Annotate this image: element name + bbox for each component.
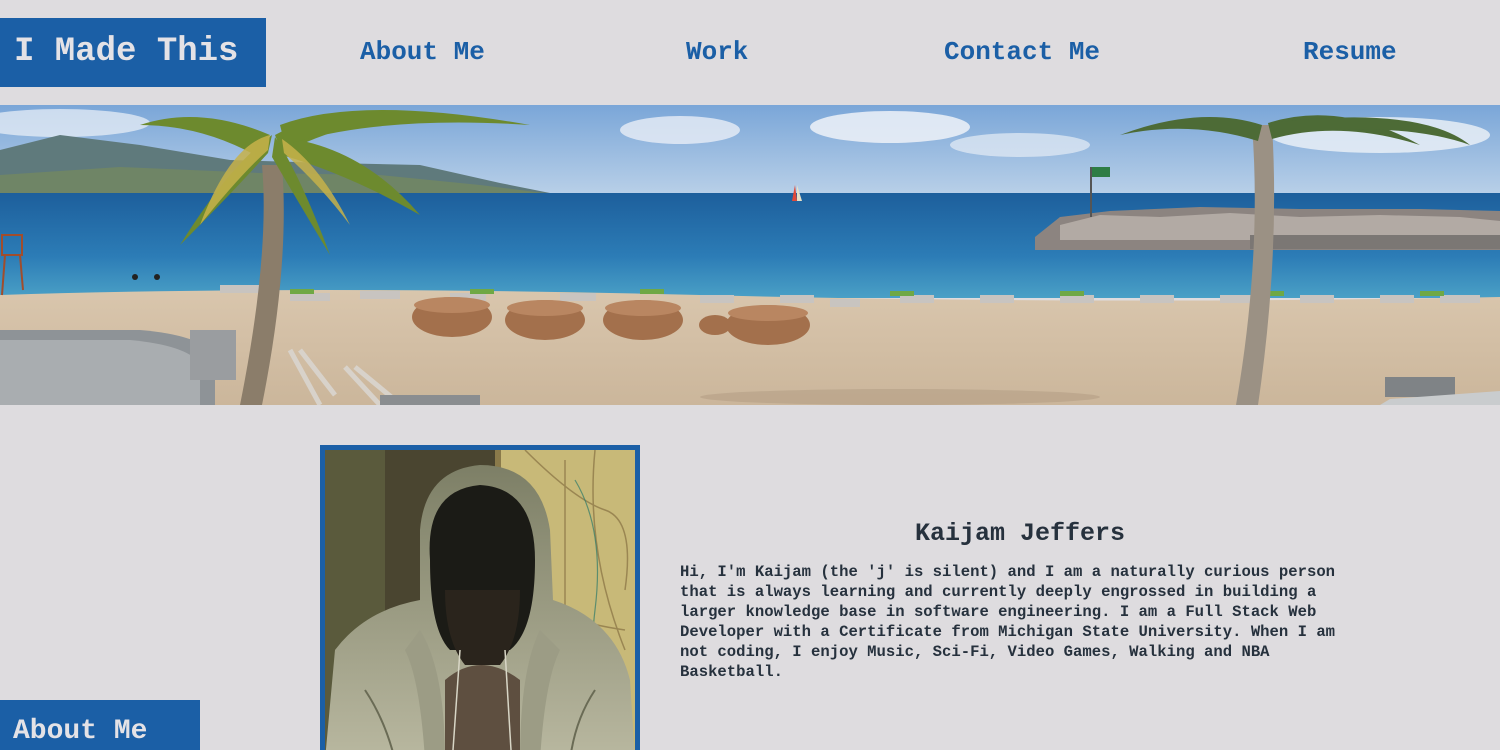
nav-link-about[interactable]: About Me	[360, 36, 485, 68]
nav-link-resume[interactable]: Resume	[1303, 36, 1397, 68]
section-heading-about-me: About Me	[0, 700, 200, 750]
brand-logo[interactable]: I Made This	[0, 18, 266, 87]
hero-banner-image	[0, 105, 1500, 405]
profile-bio: Hi, I'm Kaijam (the 'j' is silent) and I…	[680, 563, 1336, 681]
page: I Made This About Me Work Contact Me Res…	[0, 0, 1500, 750]
nav-link-contact[interactable]: Contact Me	[944, 36, 1100, 68]
site-header: I Made This About Me Work Contact Me Res…	[0, 0, 1500, 105]
profile-name: Kaijam Jeffers	[914, 519, 1126, 548]
profile-photo	[320, 445, 640, 750]
nav-link-work[interactable]: Work	[686, 36, 748, 68]
